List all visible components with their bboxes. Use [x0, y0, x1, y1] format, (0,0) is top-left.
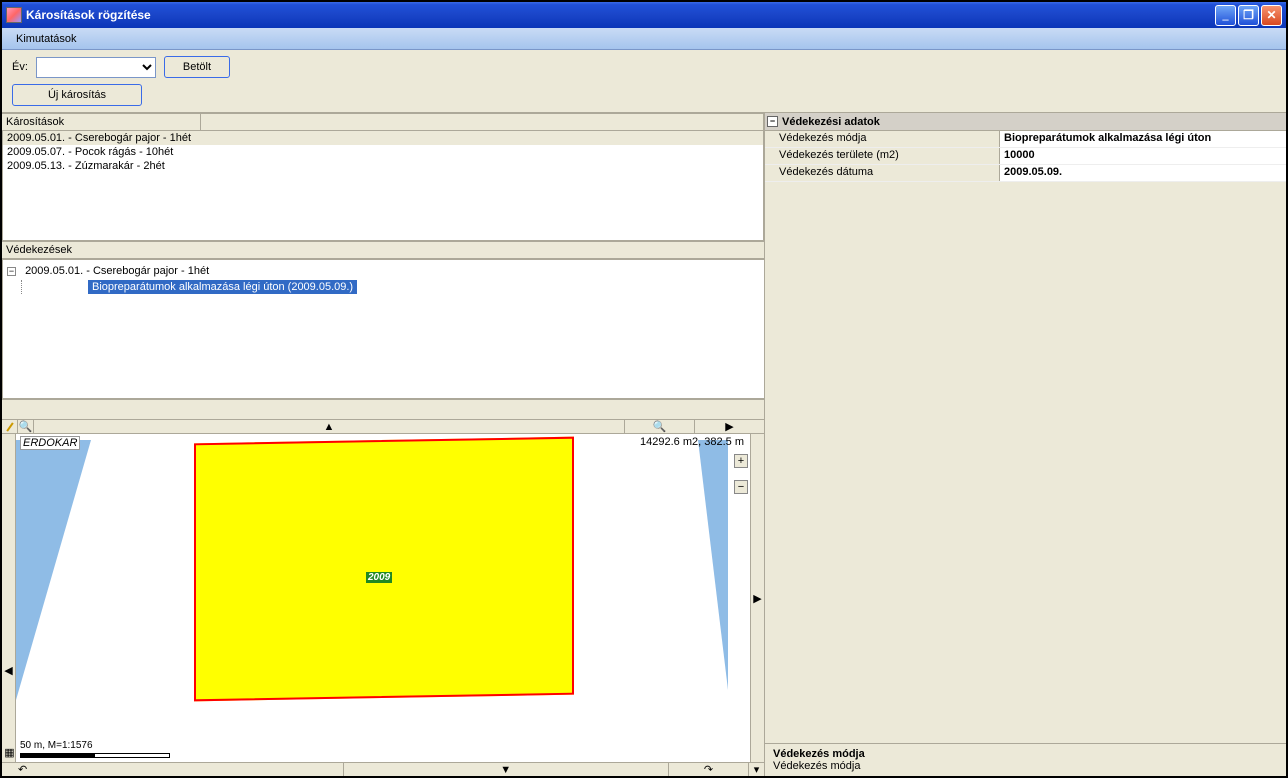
zoom-out-button[interactable]: − — [734, 480, 748, 494]
prop-value[interactable]: 2009.05.09. — [1000, 165, 1286, 181]
splitter[interactable] — [2, 399, 764, 419]
toolbar: Év: Betölt Új károsítás — [2, 50, 1286, 112]
draw-tool-icon[interactable] — [9, 422, 11, 432]
properties-collapse-icon[interactable]: − — [767, 116, 778, 127]
map-container: 🔍 ▲ 🔍 ▶ ◀ ▦ 2009 — [2, 419, 764, 776]
title-bar: Károsítások rögzítése _ ❐ ✕ — [2, 2, 1286, 28]
list-item[interactable]: 2009.05.01. - Cserebogár pajor - 1hét — [3, 131, 763, 145]
ruler-magnify-icon[interactable]: 🔍 — [18, 420, 34, 433]
adjacent-parcel-right — [698, 440, 728, 690]
defenses-header: Védekezések — [2, 241, 764, 259]
tree-parent-node[interactable]: 2009.05.01. - Cserebogár pajor - 1hét — [25, 265, 209, 277]
scale-bar — [20, 753, 170, 758]
adjacent-parcel-left — [16, 440, 91, 700]
scale-text: 50 m, M=1:1576 — [20, 740, 170, 751]
ruler-magnify-icon[interactable]: 🔍 — [624, 420, 694, 433]
year-select[interactable] — [36, 57, 156, 78]
damages-header-label: Károsítások — [6, 114, 201, 130]
app-icon — [6, 7, 22, 23]
list-item[interactable]: 2009.05.07. - Pocok rágás - 10hét — [3, 145, 763, 159]
properties-title: Védekezési adatok — [782, 116, 880, 128]
ruler-right[interactable]: ▶ — [751, 434, 764, 762]
prop-value[interactable]: 10000 — [1000, 148, 1286, 164]
prop-desc-text: Védekezés módja — [773, 760, 1278, 772]
ruler-top[interactable]: ▲ — [34, 420, 624, 433]
prop-desc-title: Védekezés módja — [773, 748, 1278, 760]
menu-bar: Kimutatások — [2, 28, 1286, 50]
close-button[interactable]: ✕ — [1261, 5, 1282, 26]
tree-child-node[interactable]: Biopreparátumok alkalmazása légi úton (2… — [88, 280, 357, 294]
prop-label: Védekezés módja — [765, 131, 1000, 147]
properties-grid: Védekezés módja Biopreparátumok alkalmaz… — [765, 131, 1286, 182]
parcel-label: 2009 — [366, 572, 392, 583]
properties-body — [765, 182, 1286, 743]
footer-down-icon[interactable]: ▾ — [748, 763, 764, 776]
prop-label: Védekezés területe (m2) — [765, 148, 1000, 164]
window-title: Károsítások rögzítése — [26, 8, 1213, 22]
footer-redo-icon[interactable]: ↷ — [668, 763, 748, 776]
footer-undo-icon[interactable]: ↶ — [2, 763, 343, 776]
prop-label: Védekezés dátuma — [765, 165, 1000, 181]
properties-header: − Védekezési adatok — [765, 113, 1286, 131]
ruler-bottom[interactable]: ▼ — [343, 763, 669, 776]
list-item[interactable]: 2009.05.13. - Zúzmarakár - 2hét — [3, 159, 763, 173]
properties-description: Védekezés módja Védekezés módja — [765, 743, 1286, 776]
zoom-in-button[interactable]: + — [734, 454, 748, 468]
defenses-tree[interactable]: − 2009.05.01. - Cserebogár pajor - 1hét … — [2, 259, 764, 399]
selected-parcel[interactable] — [194, 437, 574, 702]
defenses-header-label: Védekezések — [6, 244, 72, 256]
map-canvas[interactable]: 2009 ERDOKAR 14292.6 m2, 382.5 m + − 50 … — [16, 434, 750, 762]
damages-list[interactable]: 2009.05.01. - Cserebogár pajor - 1hét 20… — [2, 131, 764, 241]
minimize-button[interactable]: _ — [1215, 5, 1236, 26]
ruler-arrow-right[interactable]: ▶ — [694, 420, 764, 433]
load-button[interactable]: Betölt — [164, 56, 230, 78]
area-readout: 14292.6 m2, 382.5 m — [640, 436, 744, 448]
tree-collapse-icon[interactable]: − — [7, 267, 16, 276]
year-label: Év: — [12, 61, 28, 73]
menu-reports[interactable]: Kimutatások — [10, 31, 83, 47]
layer-name: ERDOKAR — [20, 436, 80, 450]
damages-header: Károsítások — [2, 113, 764, 131]
maximize-button[interactable]: ❐ — [1238, 5, 1259, 26]
ruler-left[interactable]: ◀ — [2, 598, 15, 742]
new-damage-button[interactable]: Új károsítás — [12, 84, 142, 106]
prop-value[interactable]: Biopreparátumok alkalmazása légi úton — [1000, 131, 1286, 147]
